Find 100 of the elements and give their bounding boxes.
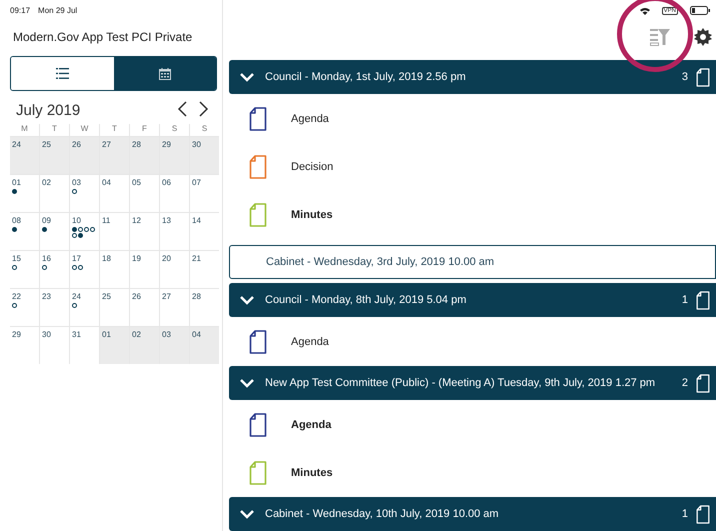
weekday-label: M [10,124,39,136]
weekday-label: S [160,124,189,136]
day-number: 02 [42,178,52,187]
day-number: 12 [132,216,142,225]
calendar-day[interactable]: 01 [10,175,39,212]
calendar-day[interactable]: 12 [130,213,159,250]
weekday-label: T [40,124,69,136]
chevron-left-icon [177,101,188,117]
day-number: 27 [102,140,112,149]
status-date: Mon 29 Jul [38,6,78,15]
calendar-day[interactable]: 21 [190,251,219,288]
calendar-day[interactable]: 09 [40,213,69,250]
calendar-day[interactable]: 18 [100,251,129,288]
document-link[interactable]: Agenda [291,419,332,431]
calendar-day[interactable]: 23 [40,289,69,326]
calendar-day[interactable]: 13 [160,213,189,250]
calendar-day[interactable]: 27 [100,137,129,174]
settings-icon [694,28,712,46]
meeting-header[interactable]: Cabinet - Wednesday, 10th July, 2019 10.00 am 1 [229,497,716,531]
day-number: 17 [72,254,82,263]
calendar-day[interactable]: 20 [160,251,189,288]
calendar-day[interactable]: 26 [130,289,159,326]
calendar-day[interactable]: 06 [160,175,189,212]
chevron-down-icon [239,295,255,305]
document-link[interactable]: Minutes [291,467,333,479]
calendar-day[interactable]: 25 [40,137,69,174]
filter-icon [650,28,670,46]
day-number: 30 [192,140,202,149]
day-number: 19 [132,254,142,263]
day-number: 05 [132,178,142,187]
day-number: 29 [12,330,22,339]
calendar-day[interactable]: 29 [10,327,39,364]
calendar-day[interactable]: 26 [70,137,99,174]
meeting-header[interactable]: New App Test Committee (Public) - (Meeting A) Tuesday, 9th July, 2019 1.27 pm 2 [229,366,716,400]
calendar-day[interactable]: 02 [40,175,69,212]
status-time: 09:17 [10,6,30,15]
calendar-day[interactable]: 31 [70,327,99,364]
calendar-day[interactable]: 30 [190,137,219,174]
day-number: 20 [162,254,172,263]
calendar-day[interactable]: 05 [130,175,159,212]
day-number: 04 [192,330,202,339]
calendar-day[interactable]: 30 [40,327,69,364]
document-link[interactable]: Agenda [291,113,329,125]
calendar-day[interactable]: 19 [130,251,159,288]
app-title: Modern.Gov App Test PCI Private [13,30,194,44]
day-number: 09 [42,216,52,225]
calendar-day[interactable]: 22 [10,289,39,326]
day-number: 15 [12,254,22,263]
meeting-title: Council - Monday, 1st July, 2019 2.56 pm [265,70,467,84]
calendar-day[interactable]: 14 [190,213,219,250]
document-count: 2 [682,377,688,389]
calendar-day[interactable]: 27 [160,289,189,326]
view-tab[interactable] [114,57,216,90]
month-title: July 2019 [16,102,82,119]
document-link[interactable]: Minutes [291,209,333,221]
day-number: 26 [132,292,142,301]
calendar-day[interactable]: 17 [70,251,99,288]
calendar-day[interactable]: 15 [10,251,39,288]
document-link[interactable]: Decision [291,161,334,173]
day-number: 01 [12,178,22,187]
weekday-label: F [130,124,159,136]
weekday-label: T [100,124,129,136]
calendar-day[interactable]: 04 [100,175,129,212]
meeting-header[interactable]: Council - Monday, 1st July, 2019 2.56 pm 3 [229,60,716,94]
calendar-day[interactable]: 01 [100,327,129,364]
day-number: 27 [162,292,172,301]
meeting-header[interactable]: Council - Monday, 8th July, 2019 5.04 pm 1 [229,283,716,317]
calendar-day[interactable]: 03 [70,175,99,212]
calendar-day[interactable]: 16 [40,251,69,288]
calendar-day[interactable]: 10 [70,213,99,250]
calendar-day[interactable]: 25 [100,289,129,326]
calendar-day[interactable]: 28 [130,137,159,174]
calendar-day[interactable]: 04 [190,327,219,364]
document-icon [696,504,710,524]
meeting-header[interactable]: Cabinet - Wednesday, 3rd July, 2019 10.00 am [229,245,716,279]
day-number: 24 [12,140,22,149]
chevron-down-icon [239,378,255,388]
calendar-day[interactable]: 29 [160,137,189,174]
calendar-day[interactable]: 24 [10,137,39,174]
wifi-icon [640,6,650,14]
document-link[interactable]: Agenda [291,336,329,348]
calendar-day[interactable]: 24 [70,289,99,326]
day-number: 16 [42,254,52,263]
calendar-day[interactable]: 03 [160,327,189,364]
calendar-day[interactable]: 02 [130,327,159,364]
document-icon [696,374,710,392]
meeting-title: Cabinet - Wednesday, 3rd July, 2019 10.00 am [266,256,496,268]
calendar-day[interactable]: 11 [100,213,129,250]
document-count: 1 [682,294,688,306]
day-number: 11 [102,216,112,225]
view-toggle[interactable] [10,56,217,91]
day-number: 29 [162,140,172,149]
day-number: 07 [192,178,202,187]
calendar-day[interactable]: 08 [10,213,39,250]
day-number: 24 [72,292,82,301]
calendar-icon [158,68,171,80]
calendar-day[interactable]: 28 [190,289,219,326]
day-number: 14 [192,216,202,225]
calendar-day[interactable]: 07 [190,175,219,212]
chevron-down-icon [239,509,255,519]
